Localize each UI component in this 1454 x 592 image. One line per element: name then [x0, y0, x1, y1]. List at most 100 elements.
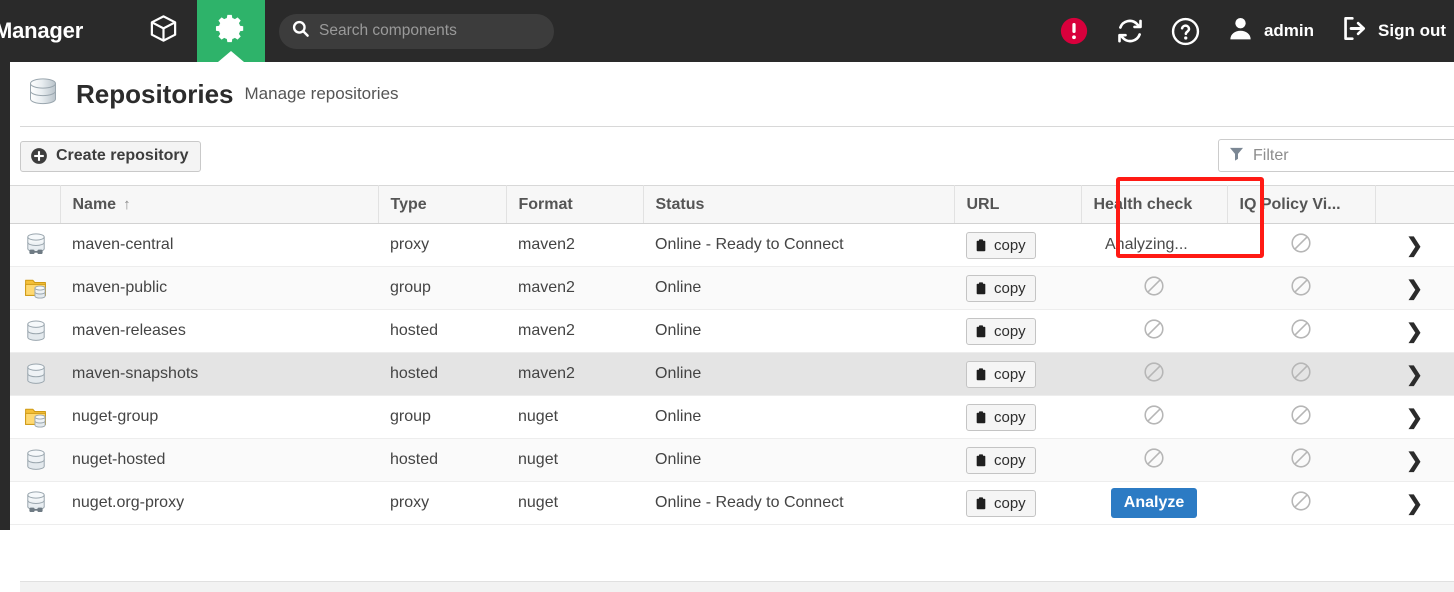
table-row[interactable]: nuget.org-proxy proxy nuget Online - Ready …: [10, 481, 1454, 525]
copy-url-label: copy: [994, 322, 1026, 340]
copy-url-button[interactable]: copy: [966, 317, 1036, 345]
refresh-icon[interactable]: [1115, 16, 1145, 46]
plus-circle-icon: [30, 147, 48, 165]
table-row[interactable]: maven-central proxy maven2 Online - Ready t…: [10, 223, 1454, 267]
iq-policy-violations-cell: [1227, 395, 1375, 439]
sign-out-button[interactable]: Sign out: [1340, 14, 1446, 48]
copy-url-button[interactable]: copy: [966, 231, 1036, 259]
repository-name-cell: maven-central: [60, 223, 378, 267]
no-entry-icon: [1143, 447, 1165, 474]
repository-type-cell: hosted: [378, 352, 506, 396]
user-menu[interactable]: admin: [1226, 14, 1314, 48]
clipboard-icon: [974, 281, 988, 296]
nav-tab-administration[interactable]: [197, 0, 265, 62]
search-box[interactable]: [279, 13, 554, 49]
repository-url-cell: copy: [954, 438, 1081, 482]
no-entry-icon: [1143, 361, 1165, 388]
column-header-iq-policy-violations[interactable]: IQ Policy Vi...: [1227, 185, 1376, 224]
hosted-repository-icon: [24, 365, 48, 382]
filter-input[interactable]: [1253, 146, 1453, 165]
repository-format-cell: maven2: [506, 223, 643, 267]
chevron-right-icon[interactable]: ❯: [1406, 450, 1423, 472]
page-subtitle: Manage repositories: [244, 84, 399, 103]
search-input[interactable]: [319, 22, 542, 40]
repository-name-cell: nuget.org-proxy: [60, 481, 378, 525]
column-header-format[interactable]: Format: [506, 185, 644, 224]
table-row[interactable]: maven-releases hosted maven2 Online copy ❯: [10, 309, 1454, 353]
repository-name-cell: maven-public: [60, 266, 378, 310]
table-header-row: Name ↑ Type Format Status URL Health che…: [10, 185, 1454, 224]
clipboard-icon: [974, 324, 988, 339]
copy-url-label: copy: [994, 451, 1026, 469]
column-header-url[interactable]: URL: [954, 185, 1082, 224]
row-expand-cell[interactable]: ❯: [1375, 395, 1454, 439]
chevron-right-icon[interactable]: ❯: [1406, 321, 1423, 343]
health-check-cell: [1081, 266, 1227, 310]
repository-status-cell: Online: [643, 438, 954, 482]
iq-policy-violations-cell: [1227, 223, 1375, 267]
row-expand-cell[interactable]: ❯: [1375, 266, 1454, 310]
copy-url-label: copy: [994, 236, 1026, 254]
row-expand-cell[interactable]: ❯: [1375, 481, 1454, 525]
column-header-health-check[interactable]: Health check: [1081, 185, 1228, 224]
repository-type-icon-cell: [10, 395, 60, 439]
nav-tab-browse[interactable]: [129, 0, 197, 62]
hosted-repository-icon: [24, 322, 48, 339]
row-expand-cell[interactable]: ❯: [1375, 309, 1454, 353]
no-entry-icon: [1290, 275, 1312, 302]
repository-type-cell: group: [378, 395, 506, 439]
chevron-right-icon[interactable]: ❯: [1406, 407, 1423, 429]
user-name-label: admin: [1263, 21, 1315, 40]
no-entry-icon: [1290, 232, 1312, 259]
health-check-cell[interactable]: Analyze: [1081, 481, 1227, 525]
column-header-status[interactable]: Status: [643, 185, 955, 224]
hosted-repository-icon: [24, 451, 48, 468]
clipboard-icon: [974, 367, 988, 382]
column-header-name[interactable]: Name ↑: [60, 185, 379, 224]
chevron-right-icon[interactable]: ❯: [1406, 235, 1423, 257]
help-circle-icon[interactable]: [1171, 17, 1200, 46]
table-row[interactable]: maven-snapshots hosted maven2 Online copy ❯: [10, 352, 1454, 396]
repository-type-icon-cell: [10, 309, 60, 353]
repository-type-icon-cell: [10, 223, 60, 267]
analyze-button[interactable]: Analyze: [1110, 488, 1198, 518]
health-check-cell: [1081, 309, 1227, 353]
chevron-right-icon[interactable]: ❯: [1406, 364, 1423, 386]
chevron-right-icon[interactable]: ❯: [1406, 493, 1423, 515]
row-expand-cell[interactable]: ❯: [1375, 223, 1454, 267]
copy-url-button[interactable]: copy: [966, 274, 1036, 302]
iq-policy-violations-cell: [1227, 438, 1375, 482]
table-row[interactable]: nuget-hosted hosted nuget Online copy ❯: [10, 438, 1454, 482]
column-header-type[interactable]: Type: [378, 185, 507, 224]
column-header-actions: [1375, 185, 1454, 224]
row-expand-cell[interactable]: ❯: [1375, 438, 1454, 482]
page-header: Repositories Manage repositories: [20, 62, 1454, 127]
app-brand-title: Manager: [0, 18, 84, 43]
alert-circle-icon[interactable]: [1059, 16, 1089, 46]
table-row[interactable]: nuget-group group nuget Online copy ❯: [10, 395, 1454, 439]
no-entry-icon: [1143, 318, 1165, 345]
health-check-cell: Analyzing...: [1081, 223, 1227, 267]
repository-url-cell: copy: [954, 481, 1081, 525]
repository-type-cell: group: [378, 266, 506, 310]
row-expand-cell[interactable]: ❯: [1375, 352, 1454, 396]
repository-type-icon-cell: [10, 438, 60, 482]
clipboard-icon: [974, 453, 988, 468]
copy-url-button[interactable]: copy: [966, 403, 1036, 431]
iq-policy-violations-cell: [1227, 266, 1375, 310]
repositories-table-body: maven-central proxy maven2 Online - Ready t…: [10, 223, 1454, 525]
proxy-repository-icon: [24, 236, 48, 253]
repository-name-cell: nuget-group: [60, 395, 378, 439]
chevron-right-icon[interactable]: ❯: [1406, 278, 1423, 300]
copy-url-button[interactable]: copy: [966, 489, 1036, 517]
create-repository-button[interactable]: Create repository: [20, 140, 201, 172]
copy-url-button[interactable]: copy: [966, 360, 1036, 388]
repository-format-cell: maven2: [506, 352, 643, 396]
clipboard-icon: [974, 410, 988, 425]
copy-url-label: copy: [994, 279, 1026, 297]
copy-url-button[interactable]: copy: [966, 446, 1036, 474]
filter-box[interactable]: [1218, 139, 1454, 172]
repository-url-cell: copy: [954, 309, 1081, 353]
table-row[interactable]: maven-public group maven2 Online copy ❯: [10, 266, 1454, 310]
main-content: Repositories Manage repositories Create …: [10, 62, 1454, 592]
